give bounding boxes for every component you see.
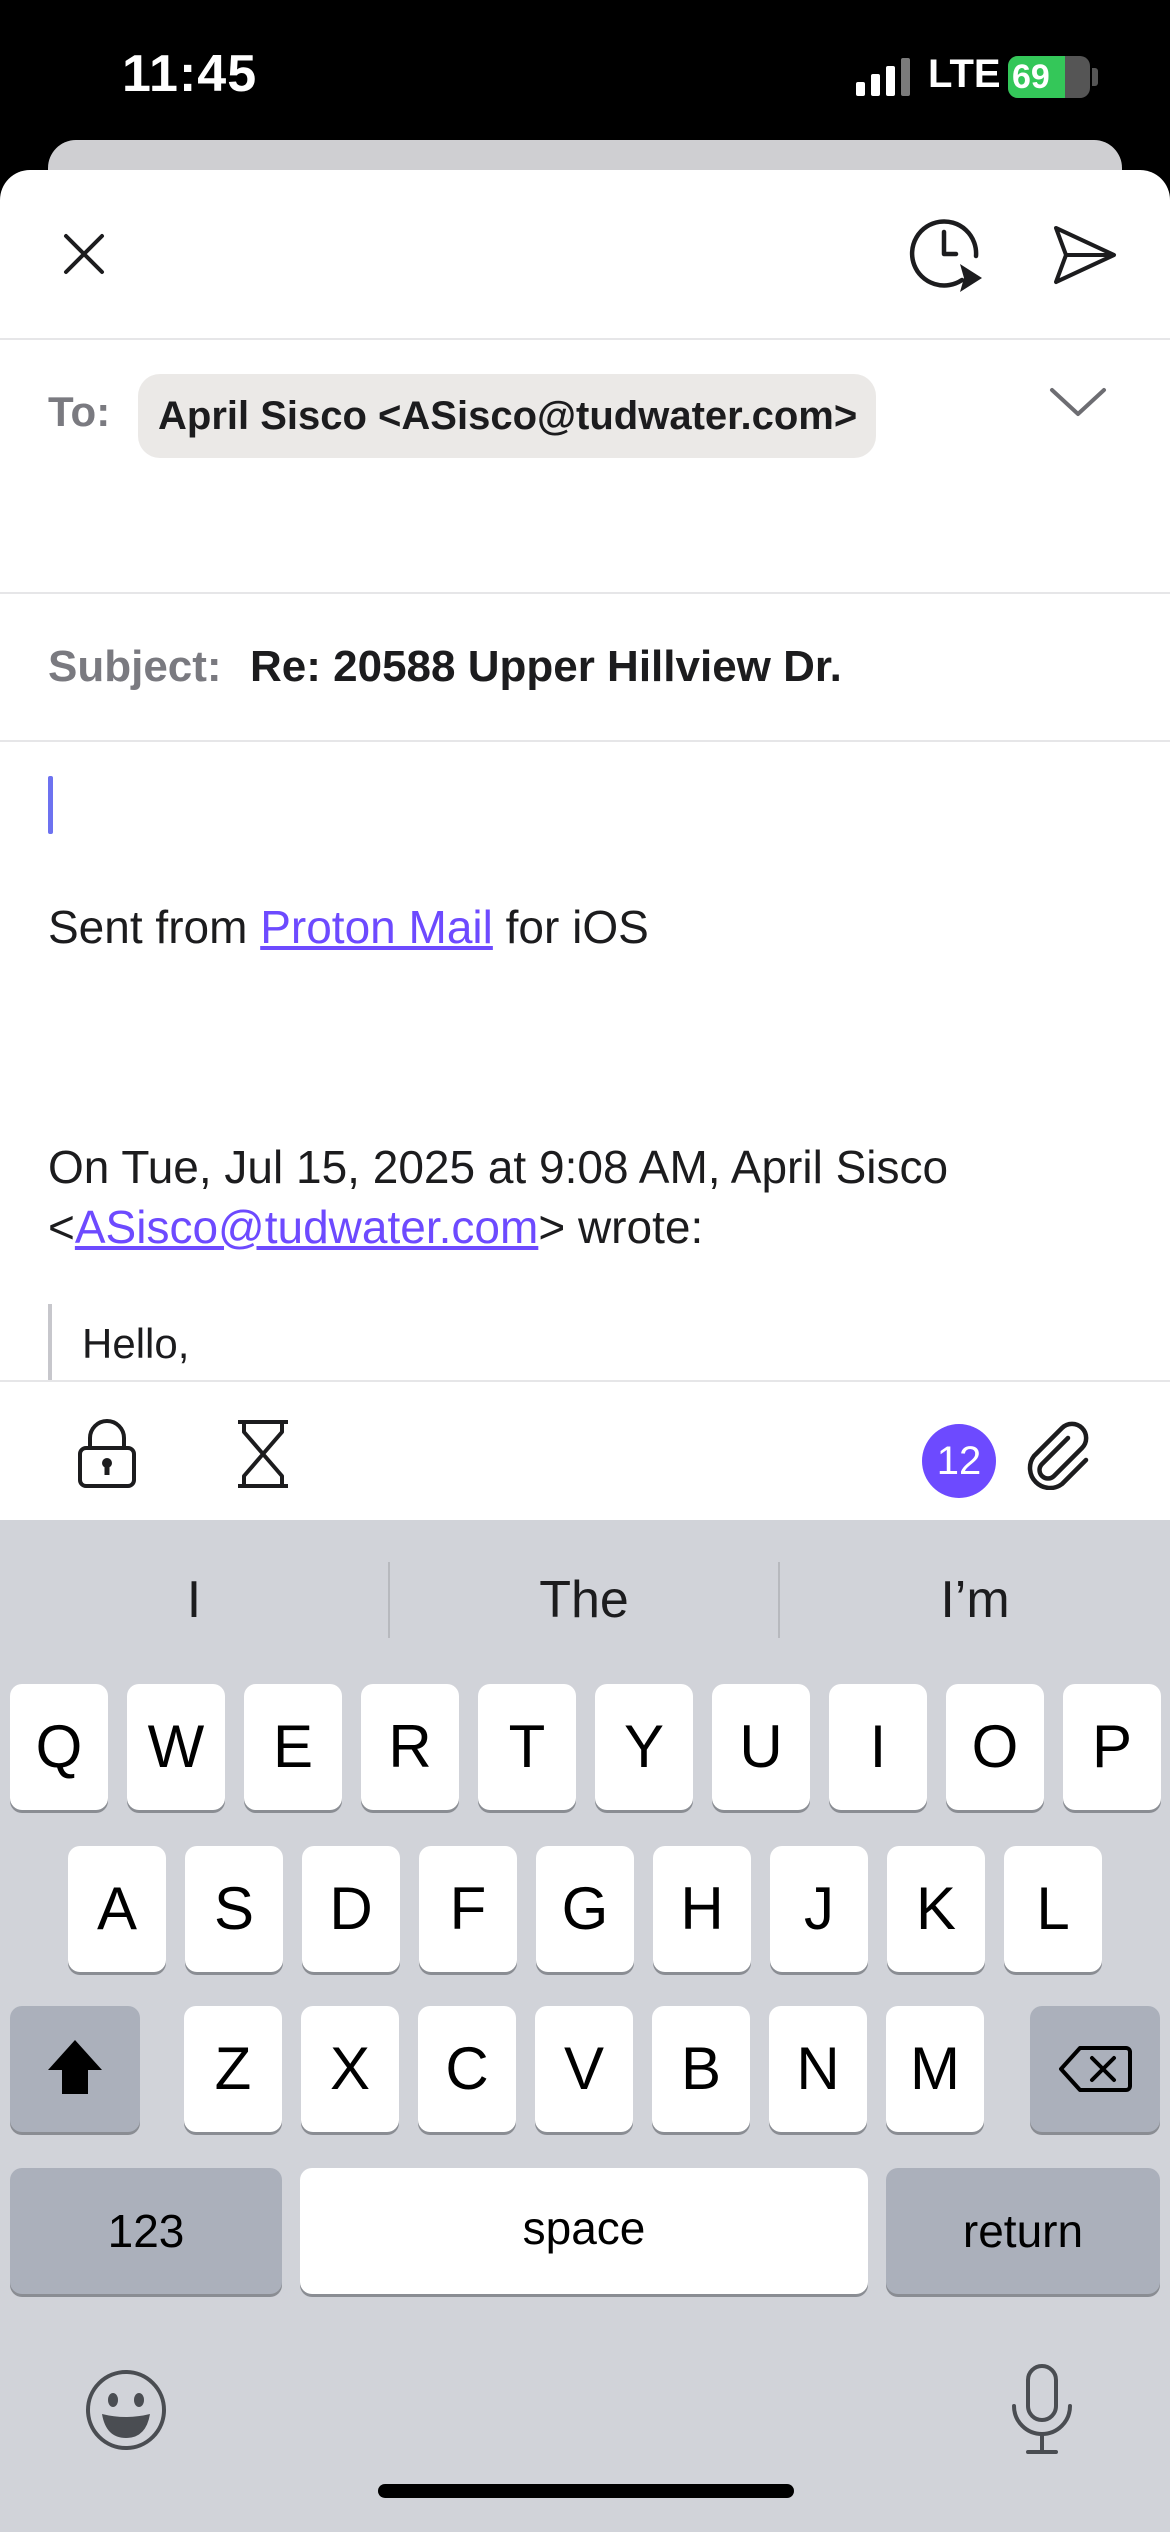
quote-wrote: > wrote: [538, 1201, 704, 1253]
text-cursor [48, 776, 53, 834]
return-key[interactable]: return [886, 2168, 1160, 2294]
quote-lt: < [48, 1201, 75, 1253]
key-y[interactable]: Y [595, 1684, 693, 1810]
key-m[interactable]: M [886, 2006, 984, 2132]
status-time: 11:45 [122, 45, 258, 103]
quoted-text: Hello, [82, 1320, 190, 1367]
signature: Sent from Proton Mail for iOS [48, 900, 649, 954]
key-d[interactable]: D [302, 1846, 400, 1972]
delete-icon [1059, 2046, 1132, 2092]
keyboard: I The I’m QWERTYUIOPASDFGHJKLZXCVBNM 123… [0, 1520, 1170, 2532]
key-j[interactable]: J [770, 1846, 868, 1972]
to-divider [0, 592, 1170, 594]
subject-label: Subject: [48, 642, 222, 691]
header-divider [0, 338, 1170, 340]
shift-key[interactable] [10, 2006, 140, 2132]
quote-header-line1: On Tue, Jul 15, 2025 at 9:08 AM, April S… [48, 1141, 949, 1193]
numbers-key[interactable]: 123 [10, 2168, 282, 2294]
send-icon[interactable] [1050, 220, 1120, 290]
suggestion-3[interactable]: I’m [780, 1520, 1170, 1670]
signature-suffix: for iOS [492, 901, 649, 953]
status-bar: 11:45 LTE 69 [0, 0, 1170, 150]
proton-mail-link[interactable]: Proton Mail [260, 901, 493, 953]
key-o[interactable]: O [946, 1684, 1044, 1810]
paperclip-icon[interactable] [1024, 1418, 1094, 1490]
key-t[interactable]: T [478, 1684, 576, 1810]
home-indicator [378, 2484, 794, 2498]
sender-email-link[interactable]: ASisco@tudwater.com [75, 1201, 538, 1253]
microphone-icon[interactable] [1004, 2362, 1080, 2458]
emoji-icon[interactable] [84, 2368, 168, 2452]
key-u[interactable]: U [712, 1684, 810, 1810]
chevron-down-icon[interactable] [1048, 384, 1108, 420]
shift-icon [48, 2040, 102, 2094]
battery-percent: 69 [1012, 58, 1050, 96]
key-a[interactable]: A [68, 1846, 166, 1972]
recipient-chip[interactable]: April Sisco <ASisco@tudwater.com> [138, 374, 876, 458]
key-q[interactable]: Q [10, 1684, 108, 1810]
key-h[interactable]: H [653, 1846, 751, 1972]
key-f[interactable]: F [419, 1846, 517, 1972]
key-c[interactable]: C [418, 2006, 516, 2132]
attachment-count-badge: 12 [922, 1424, 996, 1498]
cellular-signal-icon [856, 58, 912, 96]
key-g[interactable]: G [536, 1846, 634, 1972]
key-v[interactable]: V [535, 2006, 633, 2132]
schedule-send-icon[interactable] [906, 212, 990, 296]
suggestion-2[interactable]: The [390, 1520, 778, 1670]
key-e[interactable]: E [244, 1684, 342, 1810]
delete-key[interactable] [1030, 2006, 1160, 2132]
lock-icon[interactable] [76, 1418, 138, 1490]
battery-icon: 69 [1008, 56, 1090, 98]
hourglass-icon[interactable] [234, 1418, 292, 1490]
space-key[interactable]: space [300, 2168, 868, 2294]
subject-field[interactable]: Re: 20588 Upper Hillview Dr. [250, 642, 842, 692]
key-w[interactable]: W [127, 1684, 225, 1810]
network-type: LTE [928, 52, 1001, 96]
key-b[interactable]: B [652, 2006, 750, 2132]
key-l[interactable]: L [1004, 1846, 1102, 1972]
key-s[interactable]: S [185, 1846, 283, 1972]
key-p[interactable]: P [1063, 1684, 1161, 1810]
suggestion-1[interactable]: I [0, 1520, 388, 1670]
to-label: To: [48, 388, 111, 435]
key-n[interactable]: N [769, 2006, 867, 2132]
key-z[interactable]: Z [184, 2006, 282, 2132]
close-icon[interactable] [60, 230, 108, 278]
compose-sheet: To: April Sisco <ASisco@tudwater.com> Su… [0, 170, 1170, 1520]
key-x[interactable]: X [301, 2006, 399, 2132]
key-r[interactable]: R [361, 1684, 459, 1810]
battery-tip [1092, 68, 1098, 86]
signature-prefix: Sent from [48, 901, 261, 953]
quote-header-line2: <ASisco@tudwater.com> wrote: [48, 1200, 703, 1254]
compose-toolbar: 12 [0, 1380, 1170, 1520]
key-i[interactable]: I [829, 1684, 927, 1810]
key-k[interactable]: K [887, 1846, 985, 1972]
